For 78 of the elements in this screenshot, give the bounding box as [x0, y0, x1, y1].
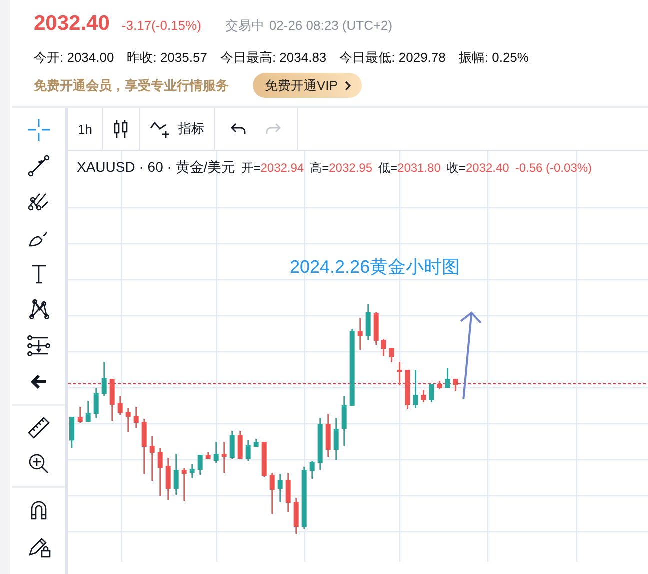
candlestick [453, 379, 458, 391]
candlestick [318, 418, 323, 470]
candlestick [358, 318, 363, 350]
candlestick [70, 417, 74, 448]
candlestick [405, 370, 410, 409]
stat-text: 今日最低: 2029.78 [340, 49, 446, 67]
ohlc-value: 高=2032.95 [310, 160, 373, 177]
candlestick [413, 370, 418, 408]
pattern-icon[interactable] [26, 298, 50, 322]
candlestick [142, 419, 147, 474]
candlestick [174, 454, 179, 495]
undo-icon [229, 121, 248, 137]
zoom-in-icon[interactable] [26, 452, 50, 476]
candlestick [334, 418, 339, 460]
stat-text: 振幅: 0.25% [458, 49, 529, 67]
promo-text: 免费开通会员，享受专业行情服务 [34, 76, 229, 94]
candlestick [150, 436, 155, 481]
timestamp: 02-26 08:23 (UTC+2) [269, 18, 393, 33]
interval-button[interactable]: 1h [68, 108, 104, 150]
candlestick [190, 464, 195, 478]
ohlc-value: 收=2032.40 [446, 160, 510, 177]
crosshair-icon[interactable] [26, 118, 50, 142]
market-status: 交易中 [225, 17, 264, 35]
candlestick [302, 467, 307, 529]
prediction-icon[interactable] [26, 334, 50, 358]
indicators-button[interactable]: 指标 [140, 108, 216, 150]
candlestick [206, 452, 211, 459]
candlestick [389, 348, 394, 362]
change-value: -0.56 (-0.03%) [515, 161, 592, 175]
candlestick [262, 442, 267, 477]
candlestick [166, 458, 171, 500]
candlestick-icon [113, 119, 130, 139]
candlestick [445, 368, 450, 388]
price: 2032.40 [34, 12, 110, 36]
candlestick [246, 440, 251, 461]
candlestick [110, 379, 115, 421]
candlestick [238, 431, 243, 459]
candlestick [222, 442, 227, 473]
candlestick [102, 362, 107, 396]
candlestick [230, 431, 235, 459]
candlestick [198, 455, 203, 475]
candlestick [326, 414, 331, 457]
candlestick [278, 474, 283, 502]
candlestick [126, 408, 131, 432]
chart-annotation: 2024.2.26黄金小时图 [290, 256, 460, 279]
candlestick [214, 442, 219, 463]
candlestick [86, 401, 91, 422]
candlestick [366, 304, 371, 340]
chevron-icon [344, 80, 352, 92]
trend-line-icon[interactable] [26, 154, 50, 178]
candlestick [437, 381, 442, 389]
candlestick [286, 473, 291, 512]
candlestick [342, 396, 347, 446]
candlestick [429, 384, 434, 402]
stat-text: 昨收: 2035.57 [127, 49, 208, 67]
vip-button[interactable]: 免费开通VIP [253, 73, 362, 98]
candlestick [381, 339, 386, 356]
candlestick [254, 439, 259, 447]
candlestick [310, 461, 315, 479]
candlestick [270, 473, 275, 514]
candlestick [118, 396, 123, 415]
candlestick [182, 468, 187, 501]
arrow-drawing[interactable] [460, 312, 482, 400]
candlestick [78, 407, 83, 423]
candlestick [374, 312, 379, 345]
ruler-icon[interactable] [26, 416, 50, 440]
candlestick [134, 407, 139, 428]
ohlc-value: 开=2032.94 [242, 160, 304, 177]
candlestick [158, 448, 163, 496]
candlestick [94, 388, 99, 418]
candlestick [397, 362, 402, 385]
symbol-title: XAUUSD · 60 · 黄金/美元 [77, 159, 236, 177]
price-change: -3.17(-0.15%) [122, 18, 202, 33]
candlestick [294, 498, 299, 534]
stat-text: 今日最高: 2034.83 [220, 49, 327, 67]
candlestick [421, 390, 426, 402]
ohlc-value: 低=2031.80 [378, 160, 441, 177]
stat-text: 今开: 2034.00 [34, 49, 114, 67]
